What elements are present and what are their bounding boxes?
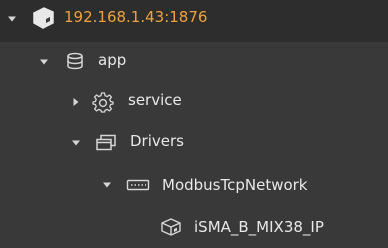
tree-node-drivers[interactable]: Drivers [0, 122, 388, 164]
device-cube-icon [160, 217, 182, 237]
expand-arrow-icon[interactable] [101, 179, 113, 191]
windows-stack-icon [95, 134, 117, 152]
network-port-icon [126, 178, 150, 192]
tree-node-service[interactable]: service [0, 82, 388, 124]
expand-arrow-icon[interactable] [38, 56, 50, 68]
tree-node-label: 192.168.1.43:1876 [64, 8, 208, 26]
tree-node-ismab-mix38-ip[interactable]: iSMA_B_MIX38_IP [0, 206, 388, 248]
tree-node-label: app [98, 51, 127, 69]
tree-node-label: service [128, 91, 182, 109]
expand-arrow-icon[interactable] [70, 137, 82, 149]
tree-node-label: Drivers [130, 132, 184, 150]
tree-node-label: ModbusTcpNetwork [162, 176, 308, 194]
cube-icon [30, 5, 56, 31]
tree-node-root[interactable]: 192.168.1.43:1876 [0, 0, 388, 42]
gear-icon [92, 91, 114, 113]
expand-arrow-icon[interactable] [6, 13, 18, 25]
tree-node-label: iSMA_B_MIX38_IP [194, 218, 324, 236]
tree-node-modbus-tcp-network[interactable]: ModbusTcpNetwork [0, 164, 388, 206]
collapse-arrow-icon[interactable] [70, 96, 82, 108]
navigation-tree: 192.168.1.43:1876 app service Drivers Mo… [0, 0, 388, 248]
tree-node-app[interactable]: app [0, 42, 388, 84]
database-icon [66, 52, 84, 70]
